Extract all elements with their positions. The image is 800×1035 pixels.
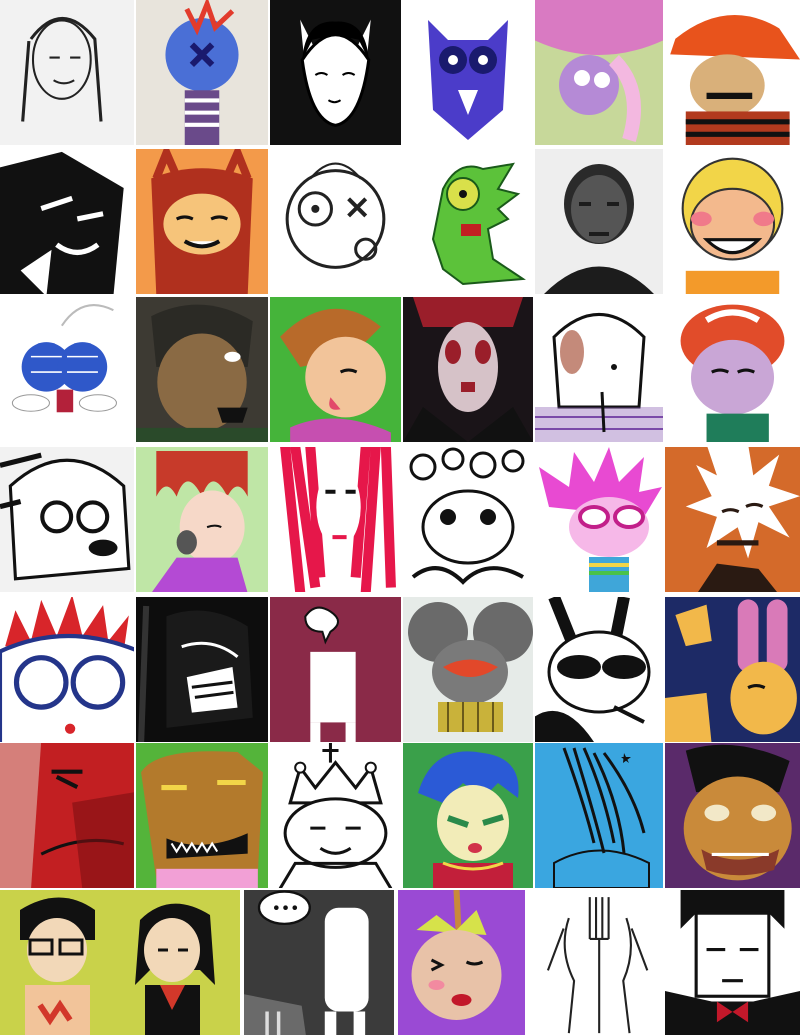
crown-king-sketch-illustration (270, 743, 401, 888)
red-devil-girl-illustration (136, 149, 268, 294)
dark-charcoal-portrait-illustration (535, 149, 663, 294)
portrait-tile-fork-figure-sketch (527, 890, 663, 1035)
bw-bunny-girl-illustration (270, 0, 401, 145)
portrait-tile-bw-bunny-girl (270, 0, 401, 145)
portrait-tile-teal-mouse-robot (403, 597, 533, 742)
red-hair-white-face-illustration (270, 447, 401, 592)
red-hair-sad-boy-illustration (665, 297, 800, 442)
black-ink-scream-illustration (136, 597, 268, 742)
blonde-grinning-boy-illustration (665, 149, 800, 294)
dark-red-painted-face-illustration (403, 297, 533, 442)
portrait-tile-purple-owl-drawing (403, 0, 533, 145)
portrait-tile-white-dog-sketch (535, 297, 663, 442)
couple-on-yellow-illustration (0, 890, 240, 1035)
portrait-tile-pink-puppet-photo (535, 0, 663, 145)
navy-bunny-ears-illustration (665, 597, 800, 742)
portrait-tile-red-devil-girl (136, 149, 268, 294)
swirl-cloud-sketch-illustration (403, 447, 533, 592)
orange-hat-character-illustration (665, 0, 800, 145)
portrait-tile-purple-hanged-head (398, 890, 525, 1035)
portrait-tile-dark-charcoal-portrait (535, 149, 663, 294)
portrait-tile-swirl-cloud-sketch (403, 447, 533, 592)
plush-doll-photo-illustration (136, 0, 268, 145)
portrait-tile-sketch-woman-portrait (0, 0, 134, 145)
portrait-tile-blue-hair-green-bg (403, 743, 533, 888)
portrait-tile-black-ink-scream (136, 597, 268, 742)
portrait-tile-dark-red-painted-face (403, 297, 533, 442)
purple-hanged-head-illustration (398, 890, 525, 1035)
portrait-tile-blue-scribble-hair (535, 743, 663, 888)
sunglasses-bunny-illustration (535, 597, 663, 742)
portrait-tile-green-lizard-monster (403, 149, 533, 294)
teal-mouse-robot-illustration (403, 597, 533, 742)
portrait-tile-couple-on-yellow (0, 890, 240, 1035)
portrait-tile-plush-doll-photo (136, 0, 268, 145)
blue-eyed-fly-illustration (0, 297, 134, 442)
portrait-tile-photo-collage-face (136, 297, 268, 442)
orange-spiky-sketch-illustration (665, 447, 800, 592)
portrait-tile-red-abstract-painting (0, 743, 134, 888)
portrait-mosaic-grid (0, 0, 800, 1035)
red-crown-owl-eyes-illustration (0, 597, 134, 742)
portrait-tile-red-hair-white-face (270, 447, 401, 592)
bow-tie-vampire-illustration (665, 890, 800, 1035)
fork-figure-sketch-illustration (527, 890, 663, 1035)
portrait-tile-crown-king-sketch (270, 743, 401, 888)
pink-girl-red-hair-illustration (136, 447, 268, 592)
portrait-tile-navy-bunny-ears (665, 597, 800, 742)
portrait-tile-orange-hat-character (665, 0, 800, 145)
portrait-tile-blue-eyed-fly (0, 297, 134, 442)
portrait-tile-red-crown-owl-eyes (0, 597, 134, 742)
portrait-tile-pink-punk-goggles (535, 447, 663, 592)
portrait-tile-painted-zombie-face (665, 743, 800, 888)
pink-punk-goggles-illustration (535, 447, 663, 592)
sketch-x-eye-head-illustration (270, 149, 401, 294)
green-brown-hair-kid-illustration (270, 297, 401, 442)
blue-hair-green-bg-illustration (403, 743, 533, 888)
blue-scribble-hair-illustration (535, 743, 663, 888)
portrait-tile-glasses-sketch-face (0, 447, 134, 592)
portrait-tile-dotted-thought-figure (244, 890, 394, 1035)
maroon-speech-figure-illustration (270, 597, 401, 742)
brown-block-monster-illustration (136, 743, 268, 888)
red-abstract-painting-illustration (0, 743, 134, 888)
portrait-tile-bow-tie-vampire (665, 890, 800, 1035)
glasses-sketch-face-illustration (0, 447, 134, 592)
white-dog-sketch-illustration (535, 297, 663, 442)
portrait-tile-sunglasses-bunny (535, 597, 663, 742)
portrait-tile-bw-ink-face (0, 149, 134, 294)
pink-puppet-photo-illustration (535, 0, 663, 145)
portrait-tile-sketch-x-eye-head (270, 149, 401, 294)
portrait-tile-pink-girl-red-hair (136, 447, 268, 592)
portrait-tile-maroon-speech-figure (270, 597, 401, 742)
photo-collage-face-illustration (136, 297, 268, 442)
portrait-tile-blonde-grinning-boy (665, 149, 800, 294)
purple-owl-drawing-illustration (403, 0, 533, 145)
portrait-tile-orange-spiky-sketch (665, 447, 800, 592)
sketch-woman-portrait-illustration (0, 0, 134, 145)
portrait-tile-green-brown-hair-kid (270, 297, 401, 442)
bw-ink-face-illustration (0, 149, 134, 294)
portrait-tile-brown-block-monster (136, 743, 268, 888)
portrait-tile-red-hair-sad-boy (665, 297, 800, 442)
green-lizard-monster-illustration (403, 149, 533, 294)
painted-zombie-face-illustration (665, 743, 800, 888)
dotted-thought-figure-illustration (244, 890, 394, 1035)
